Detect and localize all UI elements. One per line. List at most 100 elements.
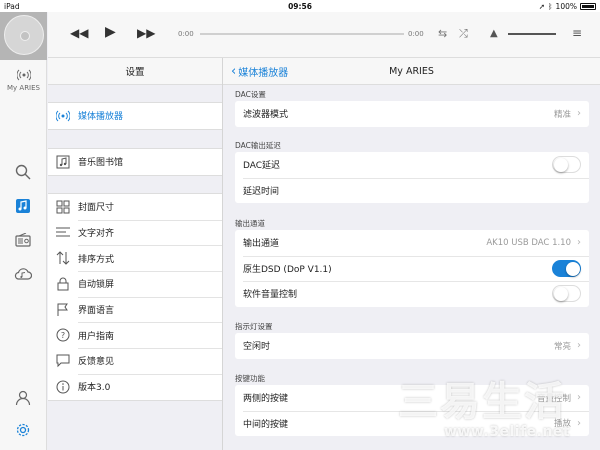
watermark-url: www.3elife.net	[444, 424, 571, 440]
toggle-knob	[554, 287, 568, 302]
settings-item-label: 封面尺寸	[78, 203, 115, 214]
fast-forward-button[interactable]: ▶▶	[137, 26, 155, 40]
settings-item-label: 版本3.0	[78, 383, 111, 394]
progress-slider[interactable]	[200, 33, 404, 35]
chat-icon	[55, 353, 71, 369]
group-dac: 滤波器模式 精准 ›	[235, 101, 589, 127]
settings-item-text-align[interactable]: 文字对齐	[48, 219, 222, 246]
status-bar: iPad 09:56 ➚ ᛒ 100%	[0, 0, 600, 12]
settings-item-feedback[interactable]: 反馈意见	[48, 348, 222, 374]
row-value: AK10 USB DAC 1.10	[486, 237, 571, 248]
chevron-left-icon: ‹	[231, 64, 237, 79]
settings-header: 设置	[48, 58, 222, 85]
radio-icon[interactable]	[13, 230, 33, 250]
row-label: 空闲时	[243, 342, 271, 353]
section-label-dac: DAC设置	[235, 90, 266, 99]
svg-text:?: ?	[61, 331, 65, 340]
settings-item-user-guide[interactable]: ? 用户指南	[48, 322, 222, 348]
dac-delay-toggle[interactable]	[552, 156, 581, 174]
volume-slider[interactable]	[508, 33, 556, 35]
toggle-knob	[566, 261, 580, 276]
album-art[interactable]	[0, 12, 47, 60]
software-volume-toggle[interactable]	[552, 285, 581, 303]
settings-item-version[interactable]: 版本3.0	[48, 373, 222, 400]
row-label: 滤波器模式	[243, 110, 289, 121]
row-label: 软件音量控制	[243, 290, 298, 301]
cloud-music-icon[interactable]	[13, 264, 33, 284]
settings-item-label: 反馈意见	[78, 357, 115, 368]
watermark: 三易生活 www.3elife.net	[398, 380, 596, 446]
settings-item-sort[interactable]: 排序方式	[48, 245, 222, 271]
row-idle[interactable]: 空闲时 常亮 ›	[235, 333, 589, 359]
group-output: 输出通道 AK10 USB DAC 1.10 › 原生DSD (DoP V1.1…	[235, 230, 589, 307]
settings-item-label: 自动锁屏	[78, 280, 115, 291]
left-rail: My ARIES	[0, 12, 47, 450]
library-icon	[55, 154, 71, 170]
text-align-icon	[55, 225, 71, 241]
profile-icon[interactable]	[13, 388, 33, 408]
total-time: 0:00	[408, 30, 424, 38]
back-button[interactable]: ‹ 媒体播放器	[231, 64, 288, 79]
settings-item-language[interactable]: 界面语言	[48, 296, 222, 323]
bluetooth-icon: ᛒ	[548, 2, 553, 11]
disc-icon	[4, 15, 44, 55]
settings-item-label: 用户指南	[78, 331, 115, 342]
menu-icon[interactable]: ≡	[572, 26, 582, 40]
row-value: 常亮	[553, 341, 571, 352]
volume-icon: ▲	[490, 28, 498, 39]
settings-item-label: 排序方式	[78, 254, 115, 265]
repeat-icon[interactable]: ⇆	[438, 27, 447, 40]
chevron-right-icon: ›	[577, 108, 581, 120]
player-bar: ◀◀ ▶ ▶▶ 0:00 0:00 ⇆ ⤮ ▲ ≡	[48, 12, 600, 58]
music-note-icon[interactable]	[13, 196, 33, 216]
row-delay-time[interactable]: 延迟时间	[235, 177, 589, 204]
settings-group-display: 封面尺寸 文字对齐 排序方式 自动锁屏 界面语言 ? 用户指南 反馈意见 版本3…	[48, 193, 222, 401]
play-button[interactable]: ▶	[105, 24, 116, 40]
settings-group-library: 音乐图书馆	[48, 148, 222, 176]
group-delay: DAC延迟 延迟时间	[235, 152, 589, 203]
radio-wave-icon	[55, 108, 71, 124]
settings-item-label: 音乐图书馆	[78, 158, 124, 169]
rewind-button[interactable]: ◀◀	[70, 26, 88, 40]
settings-item-label: 界面语言	[78, 306, 115, 317]
settings-item-media-player[interactable]: 媒体播放器	[48, 103, 222, 129]
battery-percent: 100%	[555, 2, 577, 11]
sort-icon	[55, 250, 71, 266]
flag-icon	[55, 302, 71, 318]
row-filter-mode[interactable]: 滤波器模式 精准 ›	[235, 101, 589, 127]
row-native-dsd: 原生DSD (DoP V1.1)	[235, 255, 589, 282]
section-label-indicator: 指示灯设置	[235, 322, 273, 331]
section-label-output: 输出通道	[235, 219, 265, 228]
section-label-buttons: 按键功能	[235, 374, 265, 383]
native-dsd-toggle[interactable]	[552, 259, 581, 277]
settings-item-label: 媒体播放器	[78, 112, 124, 123]
chevron-right-icon: ›	[577, 340, 581, 352]
device-selector[interactable]: My ARIES	[0, 68, 47, 92]
search-icon[interactable]	[13, 162, 33, 182]
row-label: 原生DSD (DoP V1.1)	[243, 264, 332, 275]
elapsed-time: 0:00	[178, 30, 194, 38]
device-name: My ARIES	[7, 84, 40, 92]
row-output-channel[interactable]: 输出通道 AK10 USB DAC 1.10 ›	[235, 230, 589, 256]
settings-item-library[interactable]: 音乐图书馆	[48, 149, 222, 175]
clock: 09:56	[288, 2, 312, 11]
column-divider	[222, 58, 223, 450]
shuffle-icon[interactable]: ⤮	[459, 27, 468, 41]
settings-group-player: 媒体播放器	[48, 102, 222, 130]
settings-item-cover-size[interactable]: 封面尺寸	[48, 194, 222, 220]
settings-item-label: 文字对齐	[78, 229, 115, 240]
grid-icon	[55, 199, 71, 215]
settings-title: 设置	[125, 67, 145, 78]
settings-item-auto-lock[interactable]: 自动锁屏	[48, 271, 222, 297]
location-icon: ➚	[538, 2, 546, 11]
back-label: 媒体播放器	[238, 68, 289, 79]
detail-title: My ARIES	[389, 65, 434, 77]
gear-icon[interactable]	[13, 420, 33, 440]
group-indicator: 空闲时 常亮 ›	[235, 333, 589, 359]
lock-icon	[55, 276, 71, 292]
row-label: 输出通道	[243, 239, 280, 250]
row-software-volume: 软件音量控制	[235, 281, 589, 307]
section-label-delay: DAC输出延迟	[235, 141, 281, 150]
help-icon: ?	[55, 327, 71, 343]
status-right: ➚ ᛒ 100%	[539, 2, 596, 11]
